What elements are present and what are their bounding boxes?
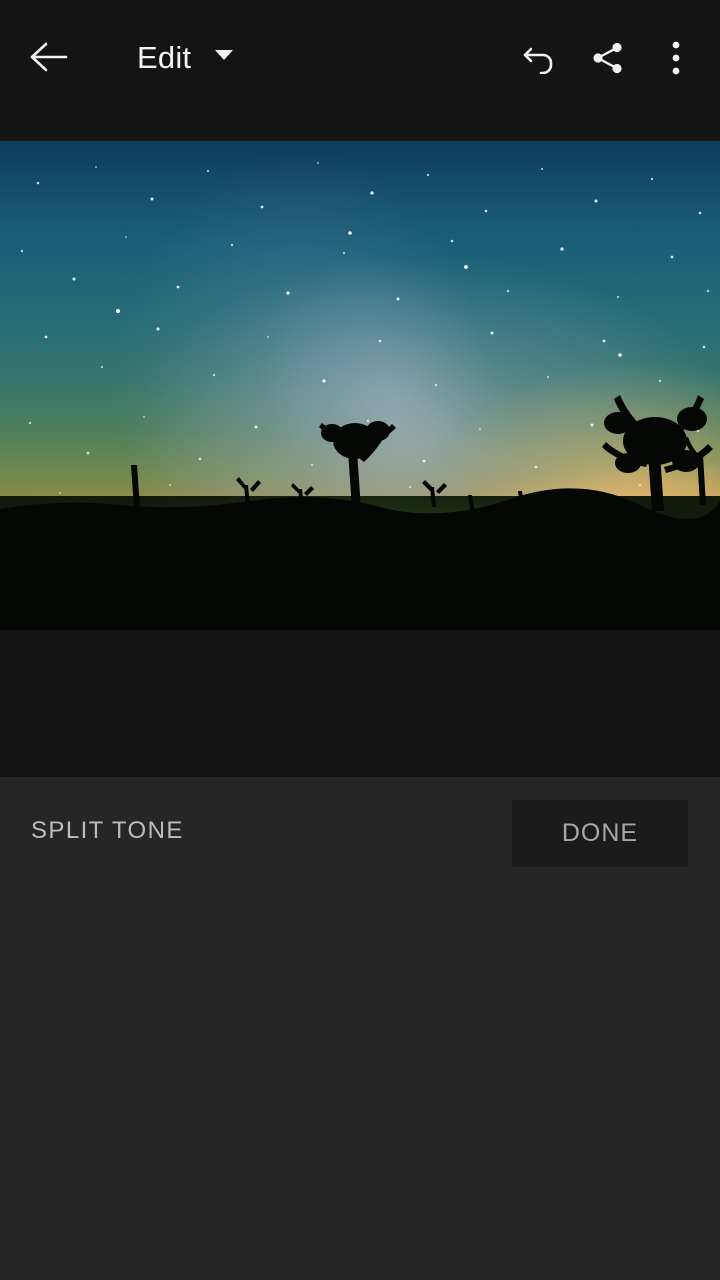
share-button[interactable] (578, 30, 638, 86)
undo-icon (523, 47, 553, 74)
done-button[interactable]: DONE (512, 800, 688, 867)
preview-backdrop (0, 630, 720, 777)
more-options-button[interactable] (646, 30, 706, 86)
photo-editor-screen: Edit SPLIT TONE DONE (0, 0, 720, 1280)
caret-down-icon[interactable] (215, 50, 233, 60)
edited-photo (0, 141, 720, 630)
top-bar-actions (510, 30, 720, 86)
panel-header: SPLIT TONE DONE (0, 777, 720, 887)
top-app-bar: Edit (0, 0, 720, 141)
share-icon (593, 42, 622, 74)
panel-title: SPLIT TONE (31, 817, 184, 844)
more-vertical-icon (672, 41, 680, 75)
undo-button[interactable] (510, 30, 570, 86)
mode-selector[interactable]: Edit (0, 0, 260, 120)
page-title: Edit (137, 40, 192, 75)
photo-preview[interactable] (0, 141, 720, 630)
joshua-tree-silhouettes (0, 395, 720, 630)
split-tone-panel: SPLIT TONE DONE Highlights H:74 S:51 Sha… (0, 777, 720, 1280)
